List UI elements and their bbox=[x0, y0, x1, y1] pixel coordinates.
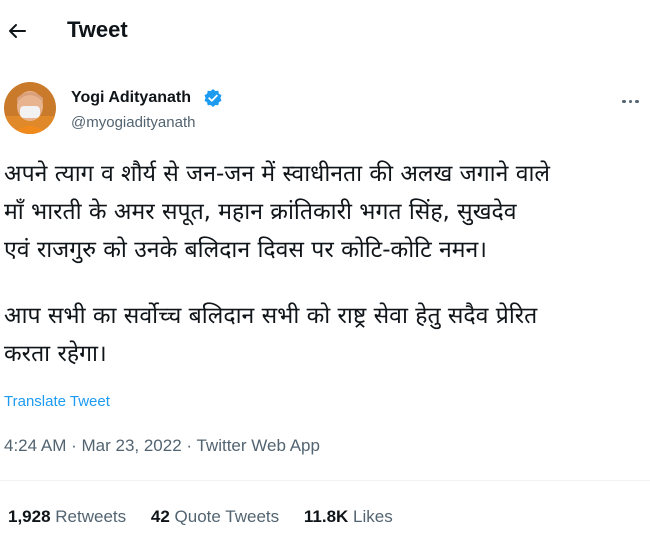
likes-stat[interactable]: 11.8K Likes bbox=[304, 507, 393, 527]
divider bbox=[0, 480, 650, 481]
back-arrow-icon[interactable] bbox=[6, 18, 28, 44]
likes-label: Likes bbox=[353, 507, 393, 526]
quote-tweets-label: Quote Tweets bbox=[174, 507, 280, 526]
translate-tweet-link[interactable]: Translate Tweet bbox=[4, 393, 110, 410]
retweets-count: 1,928 bbox=[8, 507, 51, 526]
quote-tweets-count: 42 bbox=[150, 507, 170, 526]
tweet-time[interactable]: 4:24 AM bbox=[4, 436, 66, 455]
avatar[interactable] bbox=[4, 82, 56, 134]
meta-separator: · bbox=[181, 436, 197, 455]
tweet-date[interactable]: Mar 23, 2022 bbox=[81, 436, 181, 455]
tweet-paragraph: आप सभी का सर्वोच्च बलिदान सभी को राष्ट्र… bbox=[4, 303, 538, 367]
tweet-source[interactable]: Twitter Web App bbox=[196, 436, 319, 455]
more-options-icon[interactable] bbox=[622, 90, 648, 110]
author-handle[interactable]: @myogiadityanath bbox=[71, 114, 195, 131]
author-name[interactable]: Yogi Adityanath bbox=[71, 89, 191, 107]
author-row: Yogi Adityanath @myogiadityanath bbox=[0, 80, 650, 144]
quote-tweets-stat[interactable]: 42 Quote Tweets bbox=[151, 507, 279, 527]
likes-count: 11.8K bbox=[303, 507, 349, 526]
retweets-label: Retweets bbox=[55, 507, 127, 526]
tweet-paragraph: अपने त्याग व शौर्य से जन-जन में स्वाधीनत… bbox=[4, 161, 551, 263]
tweet-header: Tweet bbox=[0, 0, 650, 62]
tweet-meta: 4:24 AM · Mar 23, 2022 · Twitter Web App bbox=[4, 436, 320, 456]
verified-badge-icon bbox=[203, 88, 223, 108]
meta-separator: · bbox=[66, 436, 82, 455]
retweets-stat[interactable]: 1,928 Retweets bbox=[8, 507, 126, 527]
tweet-text: अपने त्याग व शौर्य से जन-जन में स्वाधीनत… bbox=[4, 155, 644, 373]
page-title: Tweet bbox=[67, 17, 128, 42]
tweet-stats: 1,928 Retweets 42 Quote Tweets 11.8K Lik… bbox=[8, 507, 413, 527]
